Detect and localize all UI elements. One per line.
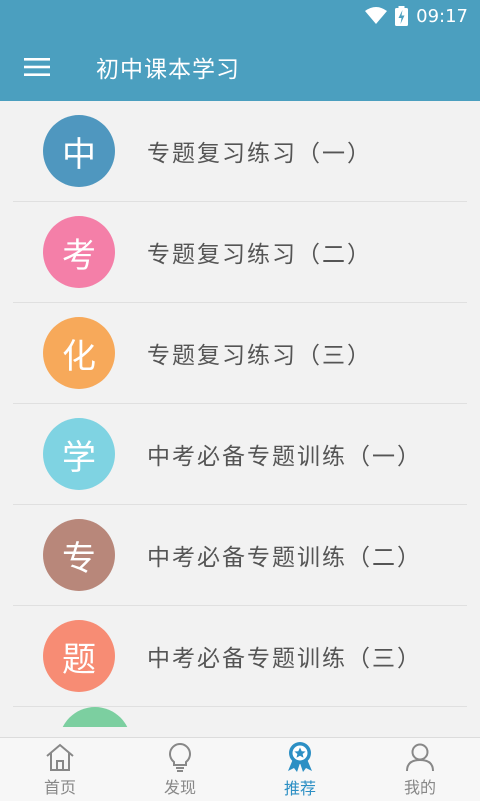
item-label: 中考必备专题训练（三） [147,646,422,672]
item-badge: 考 [43,216,115,288]
item-badge: 专 [43,519,115,591]
ribbon-star-icon [288,741,312,772]
item-label: 专题复习练习（三） [147,343,372,369]
tab-mine[interactable]: 我的 [360,738,480,801]
menu-button[interactable] [0,32,74,101]
item-badge: 化 [43,317,115,389]
page-title: 初中课本学习 [96,56,240,83]
tab-label: 推荐 [283,778,316,798]
tab-discover[interactable]: 发现 [120,738,240,801]
tab-home[interactable]: 首页 [0,738,120,801]
tab-label: 首页 [43,777,76,797]
list-item[interactable]: 考 专题复习练习（二） [13,202,467,303]
app-bar: 初中课本学习 [0,32,480,101]
tab-label: 发现 [163,777,196,797]
status-bar: 09:17 [0,0,480,32]
item-label: 中考必备专题训练（一） [147,444,422,470]
list-item-partial[interactable] [13,707,467,737]
item-label: 专题复习练习（二） [147,242,372,268]
home-icon [46,743,74,771]
list-item[interactable]: 中 专题复习练习（一） [13,101,467,202]
item-badge: 题 [43,620,115,692]
course-list: 中 专题复习练习（一） 考 专题复习练习（二） 化 专题复习练习（三） 学 中考… [0,101,480,737]
item-label: 专题复习练习（一） [147,141,372,167]
list-item[interactable]: 学 中考必备专题训练（一） [13,404,467,505]
item-badge: 中 [43,115,115,187]
status-time: 09:17 [416,5,468,27]
item-badge: 学 [43,418,115,490]
user-icon [406,743,434,771]
lightbulb-icon [169,742,191,772]
list-item[interactable]: 题 中考必备专题训练（三） [13,606,467,707]
item-badge-partial [59,707,131,727]
item-label: 中考必备专题训练（二） [147,545,422,571]
hamburger-menu-icon [24,57,50,76]
list-item[interactable]: 专 中考必备专题训练（二） [13,505,467,606]
bottom-nav: 首页 发现 推荐 我的 [0,737,480,801]
battery-charging-icon [395,6,409,26]
tab-recommend[interactable]: 推荐 [240,738,360,801]
wifi-icon [365,7,388,25]
tab-label: 我的 [403,777,436,797]
list-item[interactable]: 化 专题复习练习（三） [13,303,467,404]
